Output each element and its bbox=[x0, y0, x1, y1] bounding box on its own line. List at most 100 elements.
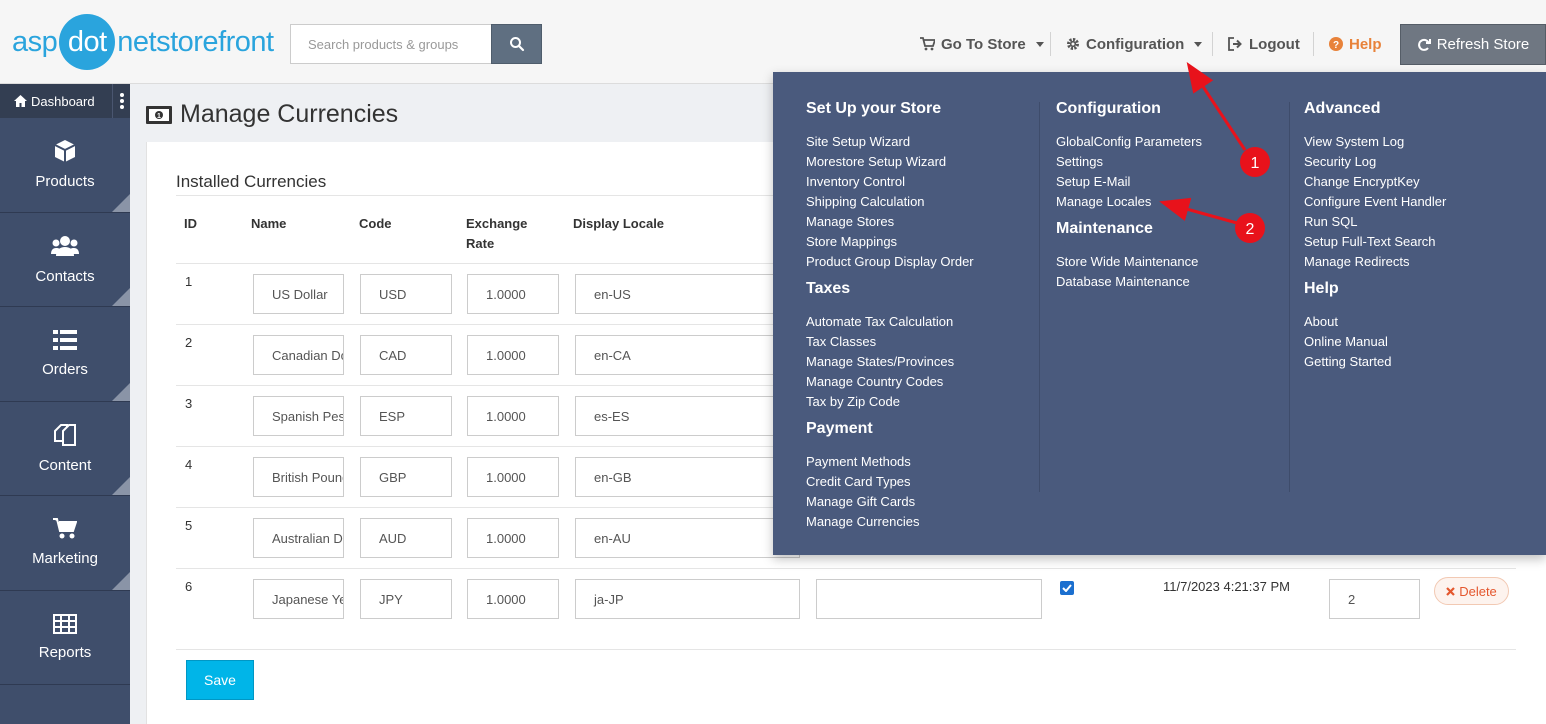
column-header-code: Code bbox=[359, 216, 392, 231]
sidebar-item-label: Orders bbox=[42, 361, 88, 379]
menu-link[interactable]: Credit Card Types bbox=[806, 472, 974, 492]
menu-link[interactable]: View System Log bbox=[1304, 132, 1446, 152]
logout-link[interactable]: Logout bbox=[1228, 34, 1300, 54]
go-to-store-menu[interactable]: Go To Store bbox=[920, 34, 1044, 54]
refresh-store-button[interactable]: Refresh Store bbox=[1400, 24, 1546, 65]
list-icon bbox=[53, 330, 77, 351]
menu-link[interactable]: Site Setup Wizard bbox=[806, 132, 974, 152]
menu-link[interactable]: Online Manual bbox=[1304, 332, 1446, 352]
menu-link[interactable]: Setup Full-Text Search bbox=[1304, 232, 1446, 252]
menu-link[interactable]: Morestore Setup Wizard bbox=[806, 152, 974, 172]
menu-link[interactable]: Automate Tax Calculation bbox=[806, 312, 974, 332]
menu-heading-maintenance: Maintenance bbox=[1056, 220, 1153, 237]
sidebar-item-products[interactable]: Products bbox=[0, 118, 130, 213]
display-order-input[interactable]: 2 bbox=[1329, 579, 1420, 619]
storefront-logo[interactable]: asp dot net storefront bbox=[12, 14, 274, 70]
currency-name-input[interactable]: US Dollar bbox=[253, 274, 344, 314]
menu-link[interactable]: Manage Country Codes bbox=[806, 372, 974, 392]
currency-code-input[interactable]: ESP bbox=[360, 396, 452, 436]
help-link[interactable]: ? Help bbox=[1329, 34, 1382, 54]
menu-link[interactable]: Payment Methods bbox=[806, 452, 974, 472]
currency-code-input[interactable]: CAD bbox=[360, 335, 452, 375]
row-6-extra-input[interactable] bbox=[816, 579, 1042, 619]
configuration-menu[interactable]: Configuration bbox=[1066, 34, 1203, 54]
last-updated-timestamp: 11/7/2023 4:21:37 PM bbox=[1163, 579, 1290, 594]
menu-link[interactable]: Configure Event Handler bbox=[1304, 192, 1446, 212]
menu-link[interactable]: Settings bbox=[1056, 152, 1202, 172]
menu-link[interactable]: Manage Locales bbox=[1056, 192, 1202, 212]
menu-column-divider bbox=[1039, 102, 1040, 492]
column-header-exchange-line2: Rate bbox=[466, 236, 495, 251]
exchange-rate-input[interactable]: 1.0000 bbox=[467, 335, 559, 375]
sidebar-dashboard-link[interactable]: Dashboard bbox=[0, 84, 130, 118]
exchange-rate-input[interactable]: 1.0000 bbox=[467, 457, 559, 497]
menu-link[interactable]: Security Log bbox=[1304, 152, 1446, 172]
currency-code-input[interactable]: AUD bbox=[360, 518, 452, 558]
sidebar: Dashboard Products Contacts Orders Conte… bbox=[0, 84, 130, 724]
column-header-display-locale: Display Locale bbox=[573, 216, 665, 231]
corner-indicator bbox=[112, 477, 130, 495]
currency-name-input[interactable]: Canadian Dollar bbox=[253, 335, 344, 375]
table-footer-divider bbox=[176, 649, 1516, 650]
menu-link[interactable]: Manage Currencies bbox=[806, 512, 974, 532]
menu-link[interactable]: Inventory Control bbox=[806, 172, 974, 192]
exchange-rate-input[interactable]: 1.0000 bbox=[467, 274, 559, 314]
svg-text:?: ? bbox=[1333, 40, 1339, 51]
menu-link[interactable]: Manage Gift Cards bbox=[806, 492, 974, 512]
nav-divider bbox=[1050, 32, 1051, 56]
menu-link[interactable]: Manage Stores bbox=[806, 212, 974, 232]
menu-link[interactable]: Product Group Display Order bbox=[806, 252, 974, 272]
search-button[interactable] bbox=[491, 24, 542, 64]
currency-name-input[interactable]: Spanish Peseta bbox=[253, 396, 344, 436]
menu-link[interactable]: Store Wide Maintenance bbox=[1056, 252, 1202, 272]
display-locale-input[interactable]: en-US bbox=[575, 274, 800, 314]
page-title: 1 Manage Currencies bbox=[146, 100, 398, 129]
logout-label: Logout bbox=[1249, 35, 1300, 53]
display-locale-input[interactable]: en-AU bbox=[575, 518, 800, 558]
sidebar-item-reports[interactable]: Reports bbox=[0, 591, 130, 685]
search-bar bbox=[290, 24, 542, 64]
display-locale-input[interactable]: es-ES bbox=[575, 396, 800, 436]
menu-link[interactable]: GlobalConfig Parameters bbox=[1056, 132, 1202, 152]
currency-code-input[interactable]: JPY bbox=[360, 579, 452, 619]
sign-out-icon bbox=[1228, 37, 1242, 51]
menu-link[interactable]: Shipping Calculation bbox=[806, 192, 974, 212]
sidebar-item-orders[interactable]: Orders bbox=[0, 307, 130, 402]
sidebar-item-contacts[interactable]: Contacts bbox=[0, 213, 130, 307]
menu-link[interactable]: Manage States/Provinces bbox=[806, 352, 974, 372]
menu-link[interactable]: Tax Classes bbox=[806, 332, 974, 352]
menu-heading-setup: Set Up your Store bbox=[806, 100, 942, 117]
search-input[interactable] bbox=[290, 24, 491, 64]
sidebar-item-marketing[interactable]: Marketing bbox=[0, 496, 130, 591]
save-button[interactable]: Save bbox=[186, 660, 254, 700]
delete-button[interactable]: Delete bbox=[1434, 577, 1509, 605]
currency-name-input[interactable]: Japanese Yen bbox=[253, 579, 344, 619]
menu-link[interactable]: Manage Redirects bbox=[1304, 252, 1446, 272]
menu-link[interactable]: Setup E-Mail bbox=[1056, 172, 1202, 192]
display-locale-input[interactable]: ja-JP bbox=[575, 579, 800, 619]
currency-code-input[interactable]: USD bbox=[360, 274, 452, 314]
menu-link[interactable]: Getting Started bbox=[1304, 352, 1446, 372]
menu-link[interactable]: Change EncryptKey bbox=[1304, 172, 1446, 192]
exchange-rate-input[interactable]: 1.0000 bbox=[467, 579, 559, 619]
kebab-menu-icon[interactable] bbox=[112, 84, 130, 118]
column-header-exchange-line1: Exchange bbox=[466, 216, 528, 231]
menu-link[interactable]: About bbox=[1304, 312, 1446, 332]
exchange-rate-input[interactable]: 1.0000 bbox=[467, 518, 559, 558]
menu-link[interactable]: Run SQL bbox=[1304, 212, 1446, 232]
menu-group-setup: Set Up your Store Site Setup Wizard Mores… bbox=[806, 100, 974, 272]
menu-link[interactable]: Database Maintenance bbox=[1056, 272, 1202, 292]
currency-name-input[interactable]: British Pound bbox=[253, 457, 344, 497]
currency-code-input[interactable]: GBP bbox=[360, 457, 452, 497]
display-locale-input[interactable]: en-CA bbox=[575, 335, 800, 375]
menu-group-maintenance: Maintenance Store Wide Maintenance Databa… bbox=[1056, 220, 1202, 292]
currency-name-input[interactable]: Australian Dollar bbox=[253, 518, 344, 558]
sidebar-item-content[interactable]: Content bbox=[0, 402, 130, 496]
menu-link[interactable]: Store Mappings bbox=[806, 232, 974, 252]
menu-column-store: Set Up your Store Site Setup Wizard Mores… bbox=[806, 100, 974, 540]
menu-column-divider bbox=[1289, 102, 1290, 492]
menu-link[interactable]: Tax by Zip Code bbox=[806, 392, 974, 412]
exchange-rate-input[interactable]: 1.0000 bbox=[467, 396, 559, 436]
published-checkbox[interactable] bbox=[1060, 581, 1074, 595]
display-locale-input[interactable]: en-GB bbox=[575, 457, 800, 497]
